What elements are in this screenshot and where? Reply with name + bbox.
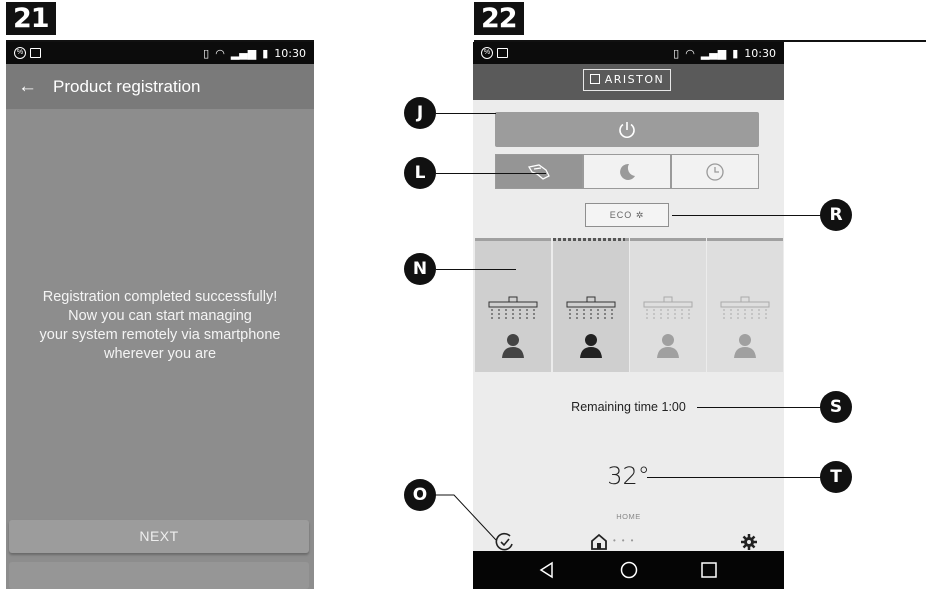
leader-line-j [436, 113, 496, 114]
eco-label: ECO [609, 210, 633, 220]
image-icon [30, 48, 41, 58]
vibrate-icon: ▯ [203, 46, 210, 60]
clock-time: 10:30 [744, 46, 776, 60]
callout-j: J [404, 97, 436, 129]
image-icon [497, 48, 508, 58]
figure-number-21: 21 [6, 2, 56, 35]
notification-icon: % [14, 47, 26, 59]
clock-time: 10:30 [274, 46, 306, 60]
message-line: wherever you are [103, 346, 217, 362]
gear-icon[interactable] [739, 532, 759, 552]
notification-icon: % [481, 47, 493, 59]
app-header: ARISTON [473, 64, 784, 100]
person-icon [657, 334, 679, 358]
leader-line-l [436, 173, 546, 174]
person-icon [734, 334, 756, 358]
shower-card-3[interactable] [630, 238, 706, 372]
android-nav-bar [473, 551, 784, 589]
shower-card-1[interactable] [475, 238, 551, 372]
person-icon [502, 334, 524, 358]
battery-icon: ▮ [262, 46, 269, 60]
next-button[interactable]: NEXT [9, 520, 309, 553]
nav-home-icon[interactable] [619, 560, 639, 580]
leader-line-t [647, 477, 822, 478]
callout-r: R [820, 199, 852, 231]
clock-icon [706, 162, 724, 181]
brand-logo: ARISTON [583, 69, 671, 91]
phone-screen-registration: % ▯ ◠ ▂▄▆ ▮ 10:30 ← Product registration… [6, 42, 314, 589]
moon-icon [620, 163, 635, 180]
callout-s: S [820, 391, 852, 423]
status-bar: % ▯ ◠ ▂▄▆ ▮ 10:30 [6, 42, 314, 64]
battery-icon: ▮ [732, 46, 739, 60]
mode-timer-button[interactable] [671, 154, 759, 189]
leader-line-s [697, 407, 822, 408]
vibrate-icon: ▯ [673, 46, 680, 60]
mode-manual-button[interactable] [495, 154, 583, 189]
bottom-bar [9, 562, 309, 589]
registration-message: Registration completed successfully! Now… [6, 288, 314, 364]
message-line: Now you can start managing [68, 308, 252, 324]
signal-icon: ▂▄▆ [230, 46, 257, 60]
shower-icon [643, 296, 693, 358]
message-line: Registration completed successfully! [42, 289, 278, 305]
shower-icon [566, 296, 616, 358]
callout-t: T [820, 461, 852, 493]
power-icon [619, 121, 635, 138]
wifi-icon: ◠ [215, 46, 225, 60]
home-icon[interactable] [589, 532, 609, 552]
back-arrow-icon[interactable]: ← [18, 76, 37, 98]
callout-o: O [404, 479, 436, 511]
power-button[interactable] [495, 112, 759, 147]
leader-line-n [436, 269, 516, 270]
shower-icon [720, 296, 770, 358]
shower-card-4[interactable] [707, 238, 783, 372]
nav-back-icon[interactable] [537, 560, 557, 580]
mode-night-button[interactable] [583, 154, 671, 189]
signal-icon: ▂▄▆ [700, 46, 727, 60]
page-dots: ••• [613, 536, 640, 545]
figure-number-22: 22 [474, 2, 524, 35]
callout-l: L [404, 157, 436, 189]
leader-line-o [430, 494, 497, 541]
eco-button[interactable]: ECO ✲ [585, 203, 669, 227]
brand-name: ARISTON [604, 73, 665, 86]
hand-icon [527, 163, 550, 180]
active-indicator [553, 238, 625, 241]
phone-screen-control: % ▯ ◠ ▂▄▆ ▮ 10:30 ARISTON ECO ✲ Remainin… [473, 42, 784, 589]
shower-icon [488, 296, 538, 358]
shower-card-2[interactable] [553, 238, 629, 372]
person-icon [580, 334, 602, 358]
status-bar: % ▯ ◠ ▂▄▆ ▮ 10:30 [473, 42, 784, 64]
app-bar: ← Product registration [6, 64, 314, 109]
nav-recent-icon[interactable] [699, 560, 719, 580]
leader-line-r [672, 215, 822, 216]
home-label: HOME [616, 512, 641, 521]
page-title: Product registration [53, 76, 201, 96]
logo-house-icon [589, 74, 600, 84]
message-line: your system remotely via smartphone [39, 327, 281, 343]
leaf-icon: ✲ [635, 210, 645, 220]
wifi-icon: ◠ [685, 46, 695, 60]
callout-n: N [404, 253, 436, 285]
temperature-readout: 32° [607, 462, 650, 490]
